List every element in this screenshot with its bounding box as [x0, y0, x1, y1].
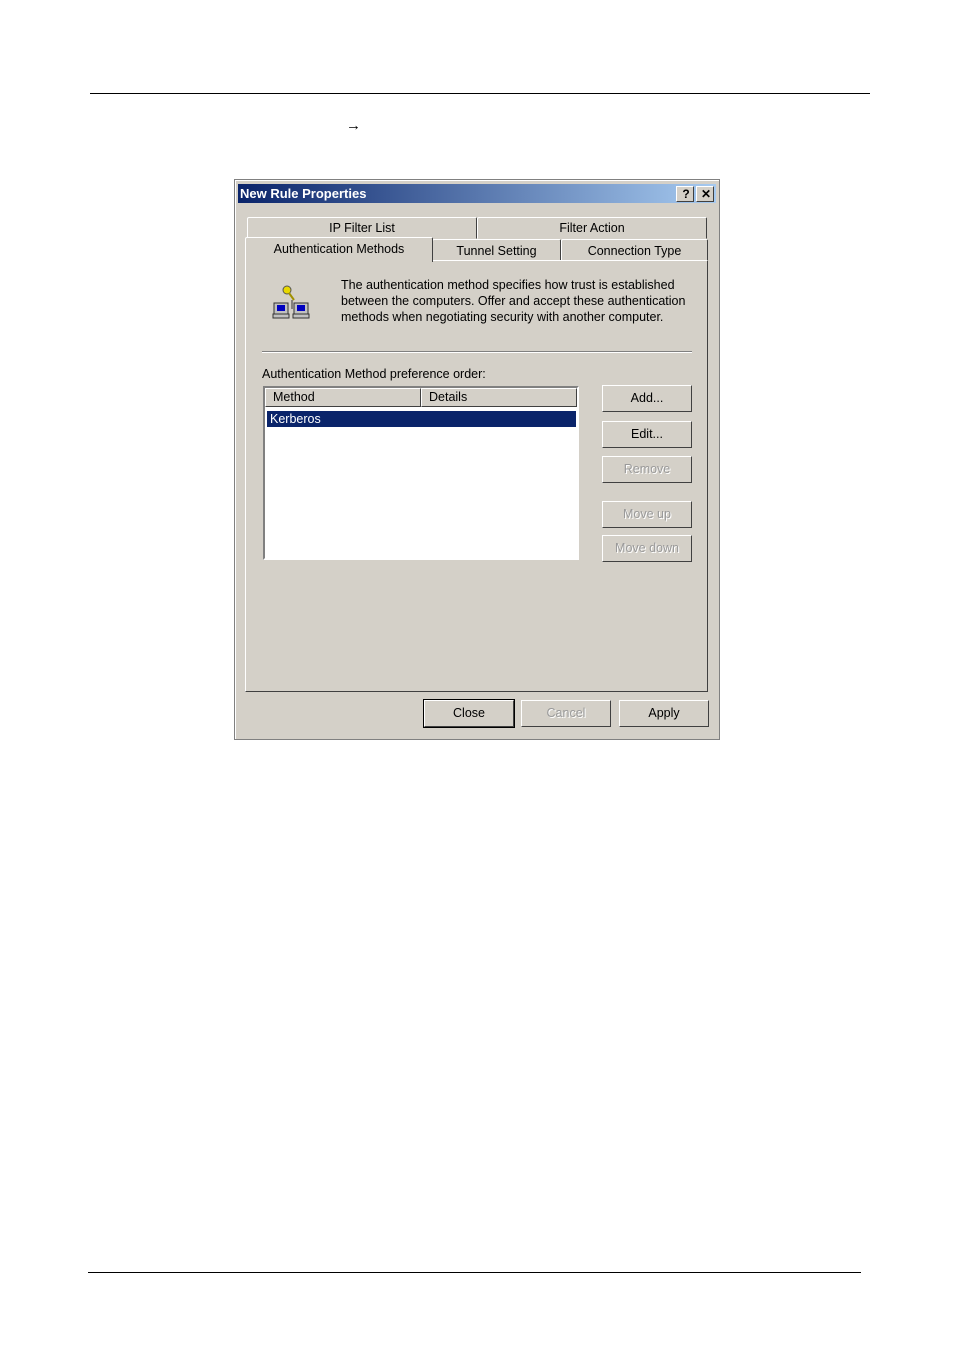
column-header-details[interactable]: Details	[421, 388, 577, 407]
header-rule	[90, 93, 870, 94]
authentication-methods-list[interactable]: Method Details Kerberos	[263, 386, 579, 560]
tab-connection-type[interactable]: Connection Type	[561, 239, 708, 261]
column-header-method[interactable]: Method	[265, 388, 421, 407]
description-text: The authentication method specifies how …	[341, 278, 686, 324]
move-down-button[interactable]: Move down	[602, 535, 692, 562]
tab-filter-action[interactable]: Filter Action	[477, 217, 707, 239]
arrow-icon: →	[346, 117, 361, 134]
new-rule-properties-dialog: New Rule Properties ? ✕ IP Filter List F…	[234, 179, 720, 740]
networked-computers-key-icon	[272, 285, 312, 321]
list-row-kerberos[interactable]: Kerberos	[266, 410, 577, 428]
close-window-button[interactable]: ✕	[696, 186, 714, 202]
list-label: Authentication Method preference order:	[262, 367, 486, 381]
remove-button[interactable]: Remove	[602, 456, 692, 483]
edit-button[interactable]: Edit...	[602, 421, 692, 448]
title-bar: New Rule Properties ? ✕	[238, 184, 716, 203]
tab-ip-filter-list[interactable]: IP Filter List	[247, 217, 477, 239]
apply-button[interactable]: Apply	[619, 700, 709, 727]
dialog-title: New Rule Properties	[240, 186, 367, 201]
method-cell: Kerberos	[270, 412, 321, 426]
separator	[262, 351, 692, 353]
footer-rule	[88, 1272, 861, 1273]
tab-authentication-methods[interactable]: Authentication Methods	[245, 237, 433, 262]
add-button[interactable]: Add...	[602, 385, 692, 412]
cancel-button[interactable]: Cancel	[521, 700, 611, 727]
tab-tunnel-setting[interactable]: Tunnel Setting	[432, 239, 561, 261]
close-button[interactable]: Close	[423, 699, 515, 728]
move-up-button[interactable]: Move up	[602, 501, 692, 528]
help-button[interactable]: ?	[676, 186, 694, 202]
